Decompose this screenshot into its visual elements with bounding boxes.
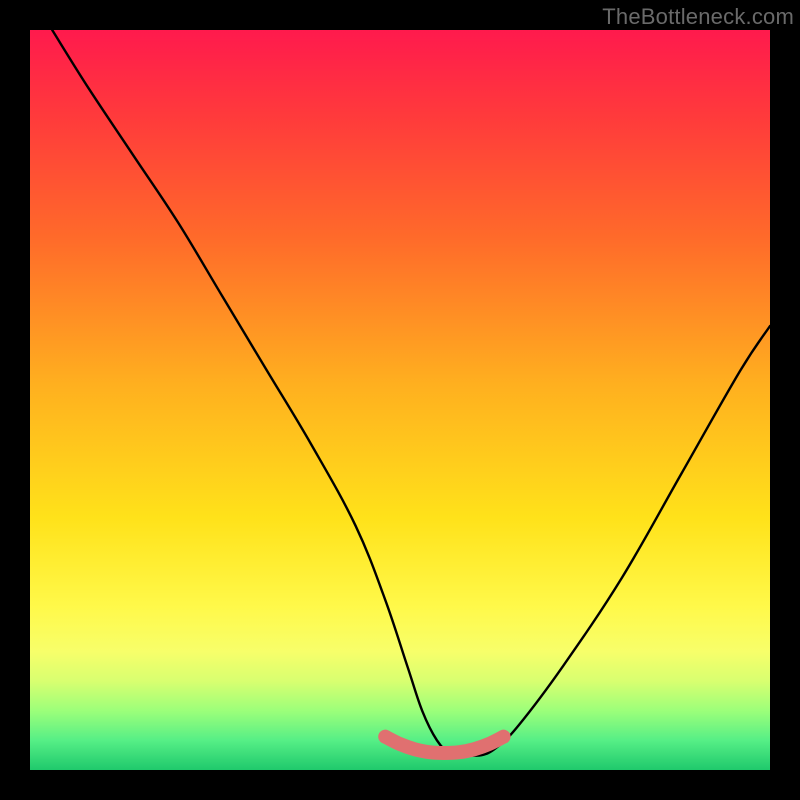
watermark-text: TheBottleneck.com	[602, 4, 794, 30]
plot-area	[30, 30, 770, 770]
bottleneck-curve-path	[52, 30, 770, 756]
optimal-band-path	[385, 737, 503, 753]
chart-frame: TheBottleneck.com	[0, 0, 800, 800]
chart-svg	[30, 30, 770, 770]
